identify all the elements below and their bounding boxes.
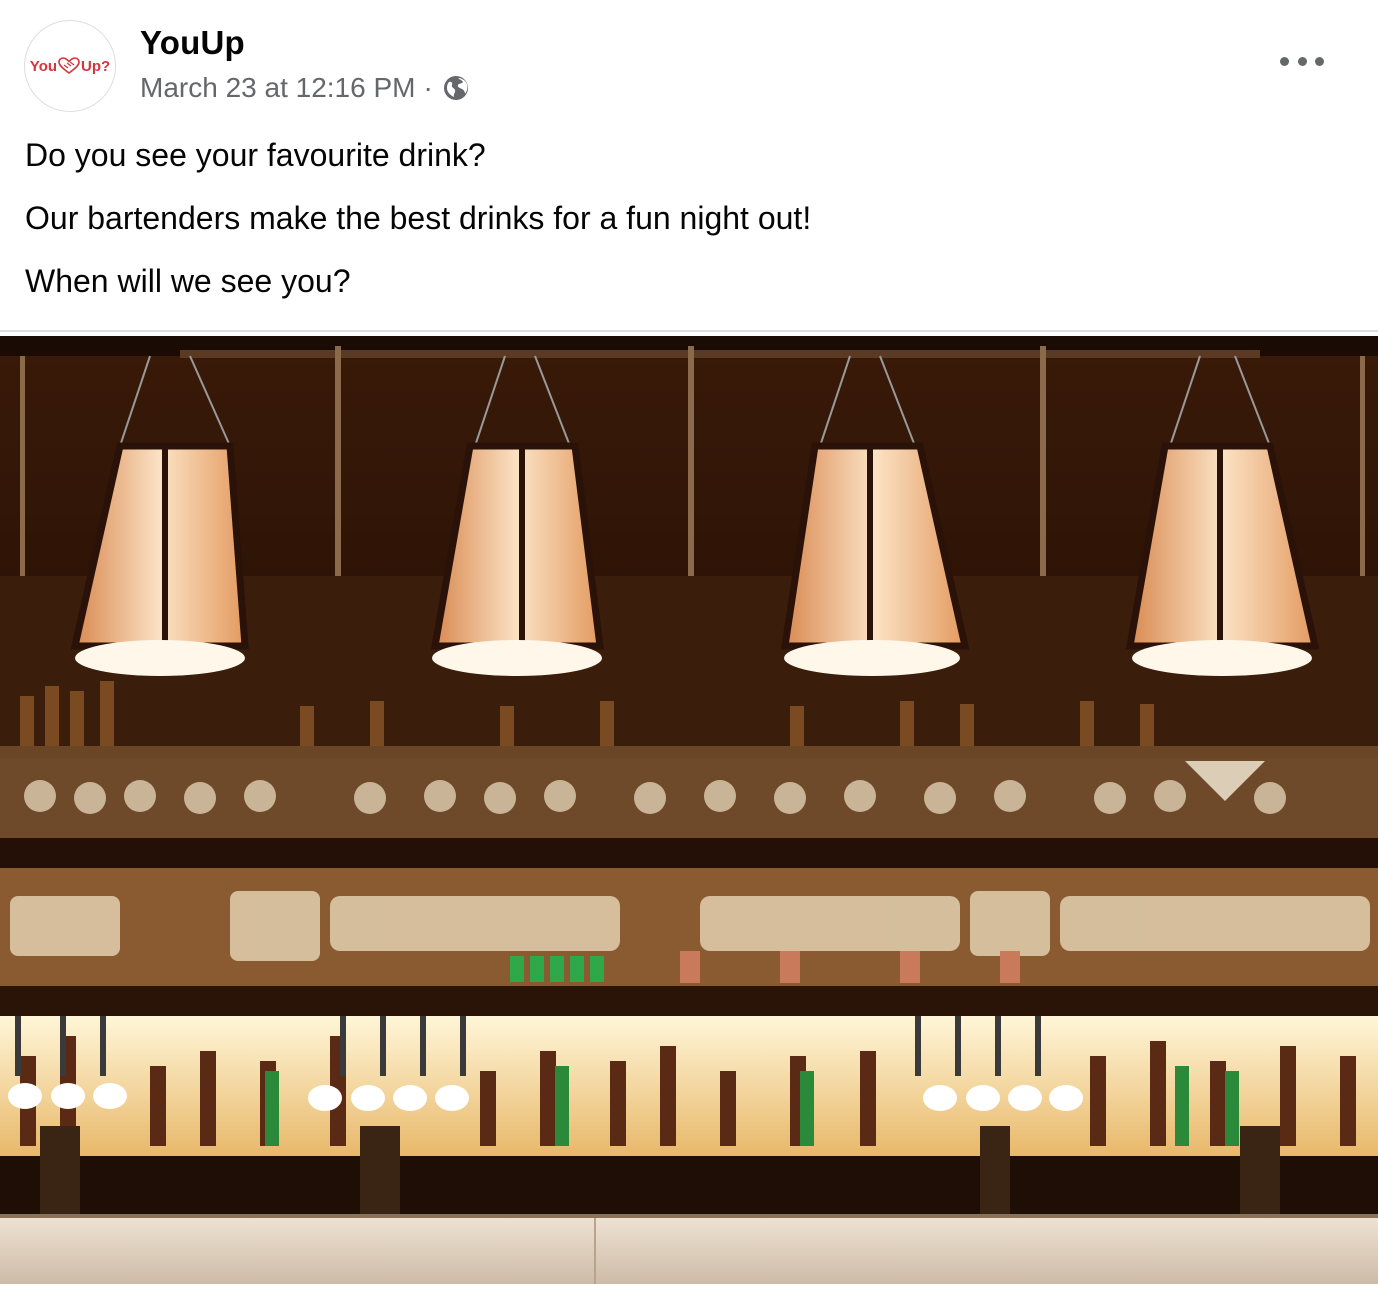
logo-text-left: You (29, 57, 58, 75)
post-header: You Up? YouUp March 23 at 12:16 PM · (0, 0, 1378, 120)
more-options-icon[interactable] (1280, 46, 1324, 76)
dot (1297, 56, 1307, 66)
youup-logo: You Up? (30, 57, 110, 75)
heart-hands-icon (58, 57, 80, 74)
post-line-3: When will we see you? (25, 263, 351, 299)
logo-text-right: Up? (81, 57, 111, 75)
post-photo[interactable] (0, 336, 1378, 1284)
globe-icon[interactable] (441, 73, 471, 103)
post-meta: March 23 at 12:16 PM · (140, 72, 471, 104)
post-message: Do you see your favourite drink? Our bar… (25, 134, 1345, 323)
page-name[interactable]: YouUp (140, 24, 245, 62)
post-line-1: Do you see your favourite drink? (25, 137, 486, 173)
dot (1280, 56, 1289, 66)
dot (1315, 56, 1324, 66)
meta-separator: · (423, 72, 433, 103)
divider (0, 330, 1378, 332)
post-timestamp[interactable]: March 23 at 12:16 PM (140, 72, 415, 104)
page-avatar[interactable]: You Up? (24, 20, 116, 112)
bar-photo-illustration (0, 336, 1378, 1284)
post-line-2: Our bartenders make the best drinks for … (25, 200, 812, 236)
